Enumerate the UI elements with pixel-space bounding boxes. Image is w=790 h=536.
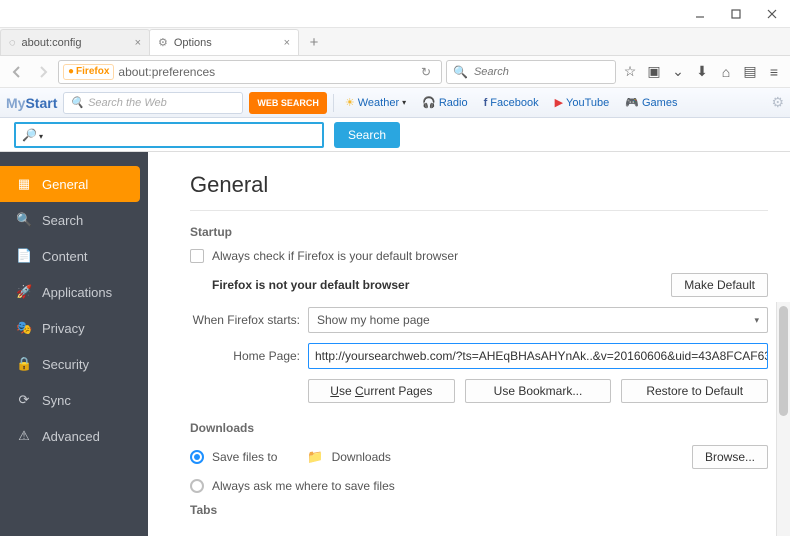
sidebar-item-search[interactable]: 🔍Search [0, 202, 148, 238]
home-page-input[interactable]: http://yoursearchweb.com/?ts=AHEqBHAsAHY… [308, 343, 768, 369]
maximize-button[interactable] [718, 0, 754, 28]
page-search-box[interactable]: 🔎▾ [14, 122, 324, 148]
advanced-icon: ⚠ [16, 428, 32, 444]
preferences-sidebar: ▦General 🔍Search 📄Content 🚀Applications … [0, 152, 148, 536]
reader-icon[interactable]: ▣ [644, 62, 664, 82]
not-default-label: Firefox is not your default browser [212, 278, 409, 292]
preferences-main: ▦General 🔍Search 📄Content 🚀Applications … [0, 152, 790, 536]
close-tab-icon[interactable]: × [284, 37, 290, 49]
radio-link[interactable]: 🎧Radio [417, 96, 472, 109]
search-icon: 🔍 [16, 212, 32, 228]
content-scrollbar[interactable] [776, 302, 790, 536]
sidebar-item-general[interactable]: ▦General [0, 166, 140, 202]
tabs-section-title: Tabs [190, 503, 768, 517]
always-check-checkbox[interactable] [190, 249, 204, 263]
content-icon: 📄 [16, 248, 32, 264]
sidebar-item-sync[interactable]: ⟳Sync [0, 382, 148, 418]
page-title: General [190, 172, 768, 198]
facebook-link[interactable]: fFacebook [479, 97, 544, 109]
browser-search-box[interactable]: 🔍 [446, 60, 616, 84]
scrollbar-thumb[interactable] [779, 306, 788, 416]
tab-options[interactable]: ⚙ Options × [149, 29, 299, 55]
home-icon[interactable]: ⌂ [716, 62, 736, 82]
downloads-icon[interactable]: ⬇ [692, 62, 712, 82]
menu-icon[interactable]: ≡ [764, 62, 784, 82]
save-files-label: Save files to [212, 450, 277, 464]
preferences-content: General Startup Always check if Firefox … [148, 152, 790, 536]
always-check-row: Always check if Firefox is your default … [190, 249, 768, 263]
games-icon: 🎮 [625, 96, 639, 109]
identity-badge: ●Firefox [63, 64, 114, 80]
back-button[interactable] [6, 61, 28, 83]
tab-strip: ◌ about:config × ⚙ Options × + [0, 28, 790, 56]
sun-icon: ☀ [345, 96, 355, 109]
youtube-icon: ▶ [555, 96, 563, 109]
url-input[interactable] [118, 65, 411, 79]
bookmark-star-icon[interactable]: ☆ [620, 62, 640, 82]
headphones-icon: 🎧 [422, 96, 436, 109]
downloads-section-title: Downloads [190, 421, 768, 435]
sidebar-item-advanced[interactable]: ⚠Advanced [0, 418, 148, 454]
always-ask-label: Always ask me where to save files [212, 479, 395, 493]
divider [190, 210, 768, 211]
lock-icon: 🔒 [16, 356, 32, 372]
facebook-icon: f [484, 97, 488, 109]
always-check-label: Always check if Firefox is your default … [212, 249, 458, 263]
url-bar[interactable]: ●Firefox ↻ [58, 60, 442, 84]
page-search-row: 🔎▾ Search [0, 118, 790, 152]
downloads-folder-label: Downloads [332, 450, 391, 464]
privacy-icon: 🎭 [16, 320, 32, 336]
mystart-toolbar: MyStart 🔍 Search the Web WEB SEARCH ☀Wea… [0, 88, 790, 118]
weather-link[interactable]: ☀Weather▾ [340, 96, 411, 109]
when-starts-label: When Firefox starts: [190, 313, 300, 327]
mystart-search-input[interactable]: 🔍 Search the Web [63, 92, 243, 114]
search-button[interactable]: Search [334, 122, 400, 148]
close-button[interactable] [754, 0, 790, 28]
sidebar-item-privacy[interactable]: 🎭Privacy [0, 310, 148, 346]
navigation-toolbar: ●Firefox ↻ 🔍 ☆ ▣ ⌄ ⬇ ⌂ ▤ ≡ [0, 56, 790, 88]
folder-icon: 📁 [307, 449, 323, 465]
youtube-link[interactable]: ▶YouTube [550, 96, 615, 109]
sync-icon: ⟳ [16, 392, 32, 408]
chevron-down-icon: ▾ [754, 315, 759, 326]
mystart-logo[interactable]: MyStart [6, 95, 57, 111]
search-provider-icon[interactable]: 🔎▾ [22, 128, 43, 142]
games-link[interactable]: 🎮Games [620, 96, 682, 109]
browse-button[interactable]: Browse... [692, 445, 768, 469]
use-current-button[interactable]: UUse Current Pagesse Current Pages [308, 379, 455, 403]
gear-icon: ⚙ [158, 36, 168, 49]
bookmarks-list-icon[interactable]: ▤ [740, 62, 760, 82]
search-icon: 🔍 [453, 65, 468, 79]
sidebar-item-security[interactable]: 🔒Security [0, 346, 148, 382]
general-icon: ▦ [16, 176, 32, 192]
page-search-input[interactable] [49, 128, 316, 142]
pocket-icon[interactable]: ⌄ [668, 62, 688, 82]
forward-button[interactable] [32, 61, 54, 83]
use-bookmark-button[interactable]: Use Bookmark... [465, 379, 612, 403]
web-search-button[interactable]: WEB SEARCH [249, 92, 327, 114]
tab-about-config[interactable]: ◌ about:config × [0, 29, 150, 55]
startup-section-title: Startup [190, 225, 768, 239]
reload-button[interactable]: ↻ [415, 61, 437, 83]
always-ask-radio[interactable] [190, 479, 204, 493]
browser-search-input[interactable] [474, 66, 617, 78]
globe-icon: ◌ [9, 37, 16, 49]
when-starts-select[interactable]: Show my home page ▾ [308, 307, 768, 333]
sidebar-item-content[interactable]: 📄Content [0, 238, 148, 274]
applications-icon: 🚀 [16, 284, 32, 300]
tab-label: about:config [22, 37, 82, 49]
new-tab-button[interactable]: + [302, 32, 326, 52]
search-icon: 🔍 [70, 96, 84, 109]
mystart-settings-icon[interactable]: ⚙ [771, 94, 784, 111]
home-page-label: Home Page: [190, 349, 300, 363]
minimize-button[interactable] [682, 0, 718, 28]
sidebar-item-applications[interactable]: 🚀Applications [0, 274, 148, 310]
make-default-button[interactable]: Make Default [671, 273, 768, 297]
window-titlebar [0, 0, 790, 28]
tab-label: Options [174, 37, 212, 49]
restore-default-button[interactable]: Restore to Default [621, 379, 768, 403]
close-tab-icon[interactable]: × [135, 37, 141, 49]
save-files-radio[interactable] [190, 450, 204, 464]
